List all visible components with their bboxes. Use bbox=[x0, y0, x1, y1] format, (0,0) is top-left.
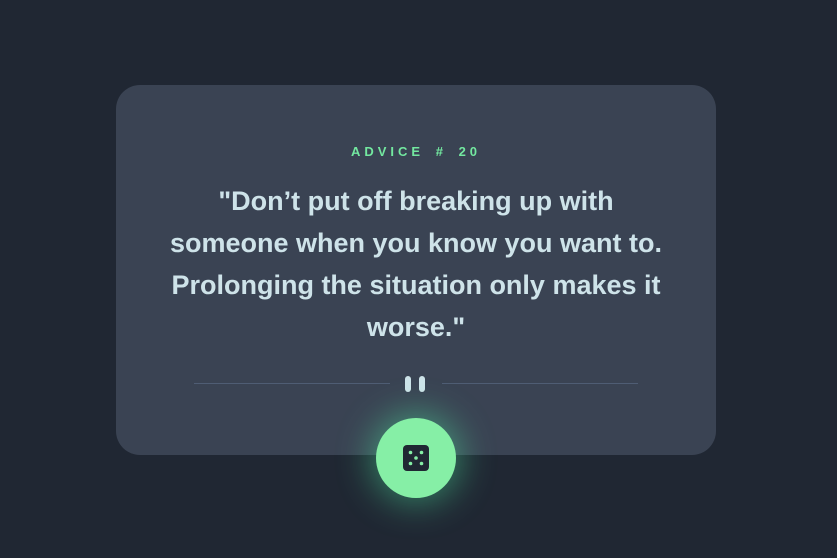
pattern-divider bbox=[194, 374, 638, 392]
new-advice-button[interactable] bbox=[376, 418, 456, 498]
advice-id: ADVICE # 20 bbox=[116, 144, 716, 160]
advice-quote: "Don’t put off breaking up with someone … bbox=[169, 186, 663, 342]
advice-card: ADVICE # 20 "Don’t put off breaking up w… bbox=[116, 85, 716, 455]
advice-number: 20 bbox=[458, 144, 482, 159]
pause-icon bbox=[405, 376, 427, 392]
divider-line-left bbox=[194, 383, 390, 384]
divider-line-right bbox=[442, 383, 638, 384]
dice-icon bbox=[403, 445, 429, 471]
advice-separator: # bbox=[435, 144, 447, 159]
advice-label: ADVICE bbox=[350, 144, 425, 159]
